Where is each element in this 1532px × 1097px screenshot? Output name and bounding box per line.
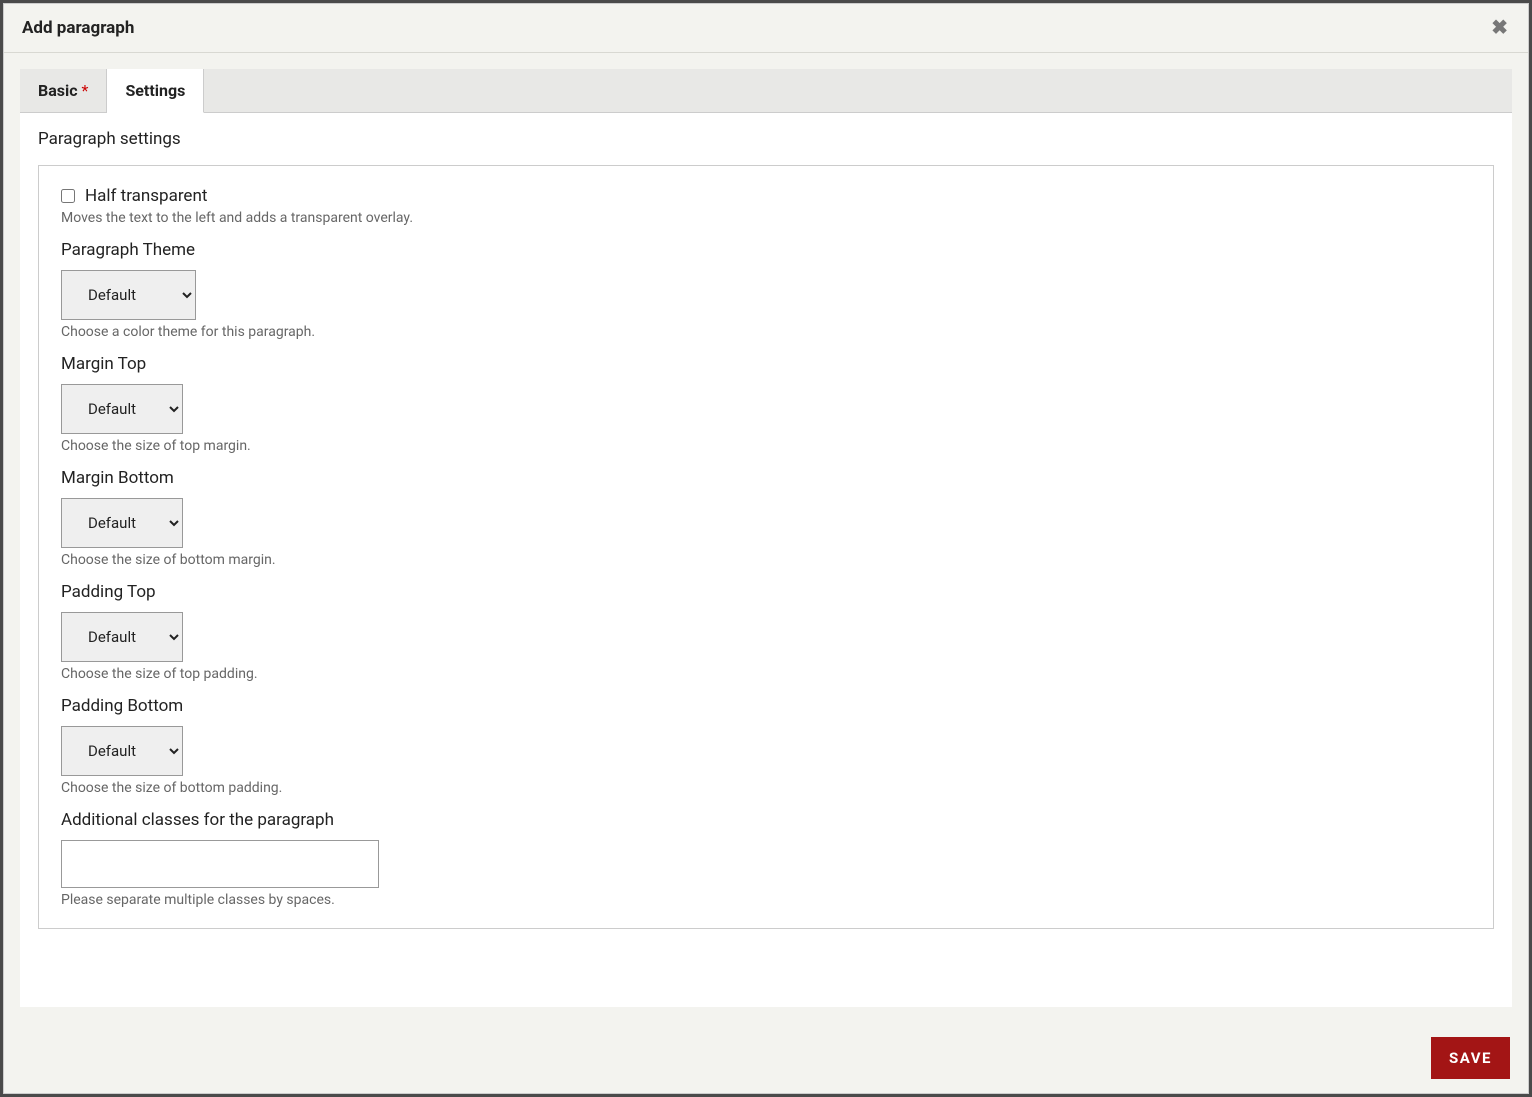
field-padding-top: Padding Top Default Choose the size of t…: [61, 582, 1471, 682]
padding-bottom-help: Choose the size of bottom padding.: [61, 780, 1471, 796]
paragraph-theme-select[interactable]: Default: [61, 270, 196, 320]
dialog-body: Basic * Settings Paragraph settings Half…: [20, 69, 1512, 1007]
settings-panel: Half transparent Moves the text to the l…: [38, 165, 1494, 929]
section-title: Paragraph settings: [38, 129, 1494, 149]
half-transparent-label: Half transparent: [85, 186, 207, 206]
margin-top-label: Margin Top: [61, 354, 1471, 374]
save-button[interactable]: Save: [1431, 1037, 1510, 1079]
margin-bottom-help: Choose the size of bottom margin.: [61, 552, 1471, 568]
half-transparent-checkbox[interactable]: [61, 189, 75, 203]
field-half-transparent: Half transparent Moves the text to the l…: [61, 186, 1471, 226]
field-padding-bottom: Padding Bottom Default Choose the size o…: [61, 696, 1471, 796]
padding-bottom-select[interactable]: Default: [61, 726, 183, 776]
margin-top-help: Choose the size of top margin.: [61, 438, 1471, 454]
tabs: Basic * Settings: [20, 69, 1512, 113]
padding-top-label: Padding Top: [61, 582, 1471, 602]
additional-classes-label: Additional classes for the paragraph: [61, 810, 1471, 830]
field-additional-classes: Additional classes for the paragraph Ple…: [61, 810, 1471, 908]
tab-basic-label: Basic: [38, 81, 78, 100]
paragraph-theme-help: Choose a color theme for this paragraph.: [61, 324, 1471, 340]
additional-classes-help: Please separate multiple classes by spac…: [61, 892, 1471, 908]
field-margin-top: Margin Top Default Choose the size of to…: [61, 354, 1471, 454]
margin-top-select[interactable]: Default: [61, 384, 183, 434]
half-transparent-help: Moves the text to the left and adds a tr…: [61, 210, 1471, 226]
dialog-header: Add paragraph ✖: [4, 4, 1528, 53]
margin-bottom-select[interactable]: Default: [61, 498, 183, 548]
close-icon: ✖: [1491, 17, 1508, 39]
field-margin-bottom: Margin Bottom Default Choose the size of…: [61, 468, 1471, 568]
padding-bottom-label: Padding Bottom: [61, 696, 1471, 716]
tab-settings[interactable]: Settings: [107, 69, 204, 113]
tab-basic[interactable]: Basic *: [20, 69, 107, 112]
tab-content-settings: Paragraph settings Half transparent Move…: [20, 113, 1512, 929]
margin-bottom-label: Margin Bottom: [61, 468, 1471, 488]
paragraph-theme-label: Paragraph Theme: [61, 240, 1471, 260]
field-paragraph-theme: Paragraph Theme Default Choose a color t…: [61, 240, 1471, 340]
dialog-footer: Save: [4, 1023, 1528, 1093]
padding-top-help: Choose the size of top padding.: [61, 666, 1471, 682]
additional-classes-input[interactable]: [61, 840, 379, 888]
close-button[interactable]: ✖: [1489, 18, 1510, 38]
dialog-title: Add paragraph: [22, 18, 134, 38]
add-paragraph-dialog: Add paragraph ✖ Basic * Settings Paragra…: [3, 3, 1529, 1094]
required-indicator: *: [82, 81, 89, 100]
tab-settings-label: Settings: [125, 81, 185, 100]
padding-top-select[interactable]: Default: [61, 612, 183, 662]
